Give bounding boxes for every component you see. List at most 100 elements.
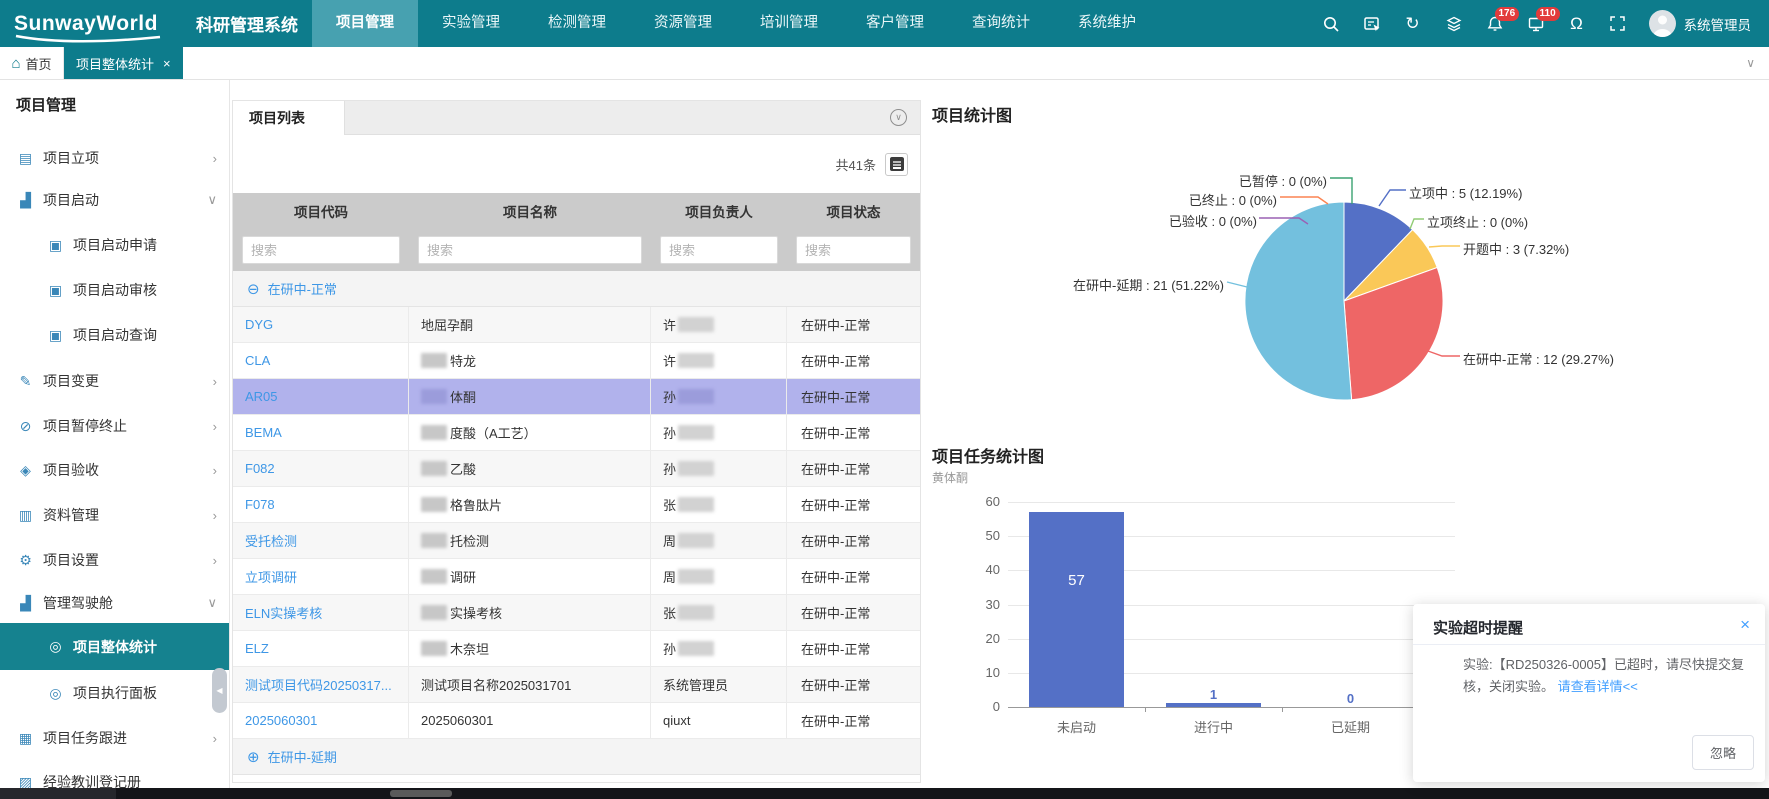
redacted-block — [678, 461, 714, 476]
sidebar-collapse-handle[interactable]: ◀ — [212, 668, 227, 713]
table-row[interactable]: ELZ木奈坦孙在研中-正常 — [233, 631, 920, 667]
project-code-link[interactable]: AR05 — [245, 389, 278, 404]
project-code-link[interactable]: 2025060301 — [245, 713, 317, 728]
table-row[interactable]: F078格鲁肽片张在研中-正常 — [233, 487, 920, 523]
pie-label: 已验收 : 0 (0%) — [1169, 211, 1257, 230]
column-settings-icon[interactable] — [885, 153, 908, 176]
omega-icon[interactable]: Ω — [1567, 14, 1587, 34]
sidebar-item-12[interactable]: ◎项目执行面板 — [0, 675, 230, 711]
tab-active-label: 项目整体统计 — [76, 54, 154, 73]
redacted-block — [421, 569, 447, 584]
table-row[interactable]: BEMA度酸（A工艺）孙在研中-正常 — [233, 415, 920, 451]
refresh-icon[interactable]: ↻ — [1403, 14, 1423, 34]
notification-divider — [1413, 644, 1765, 645]
panel-collapse-icon[interactable]: ∨ — [890, 109, 907, 126]
project-code-link[interactable]: CLA — [245, 353, 270, 368]
notification-close-icon[interactable]: × — [1740, 615, 1750, 635]
sidebar-item-8[interactable]: ▥资料管理› — [0, 497, 230, 533]
search-input-3[interactable] — [796, 236, 911, 264]
topnav-item-5[interactable]: 客户管理 — [842, 0, 948, 47]
tab-list-caret-icon[interactable]: ∨ — [1746, 56, 1769, 70]
gear-icon: ⚙ — [17, 552, 34, 569]
form-entry-icon[interactable] — [1362, 14, 1382, 34]
topnav-item-1[interactable]: 实验管理 — [418, 0, 524, 47]
topnav-item-7[interactable]: 系统维护 — [1054, 0, 1160, 47]
redacted-block — [678, 389, 714, 404]
sidebar-item-9[interactable]: ⚙项目设置› — [0, 542, 230, 578]
project-status: 在研中-正常 — [801, 639, 870, 658]
sidebar-item-6[interactable]: ⊘项目暂停终止› — [0, 408, 230, 444]
bottom-taskbar — [0, 788, 1769, 799]
table-body: ⊖在研中-正常DYG地屈孕酮许在研中-正常CLA特龙许在研中-正常AR05体酮孙… — [233, 271, 920, 775]
topnav-item-0[interactable]: 项目管理 — [312, 0, 418, 47]
tab-close-icon[interactable]: × — [163, 56, 171, 71]
sidebar-item-14[interactable]: ▨经验教训登记册 — [0, 764, 230, 788]
tab-home[interactable]: ⌂ 首页 — [0, 47, 64, 79]
table-row[interactable]: 受托检测托检测周在研中-正常 — [233, 523, 920, 559]
project-status: 在研中-正常 — [801, 459, 870, 478]
group-row-0[interactable]: ⊖在研中-正常 — [233, 271, 920, 307]
layers-icon[interactable] — [1444, 14, 1464, 34]
project-owner: 许 — [663, 351, 676, 370]
project-code-link[interactable]: DYG — [245, 317, 273, 332]
table-row[interactable]: AR05体酮孙在研中-正常 — [233, 379, 920, 415]
notification-body: 实验:【RD250326-0005】已超时，请尽快提交复核，关闭实验。 请查看详… — [1463, 654, 1753, 698]
sidebar-item-7[interactable]: ◈项目验收› — [0, 452, 230, 488]
sidebar-item-11[interactable]: ◎项目整体统计 — [0, 623, 230, 670]
user-menu[interactable]: 系统管理员 — [1649, 10, 1752, 37]
redacted-block — [678, 317, 714, 332]
sidebar-item-13[interactable]: ▦项目任务跟进› — [0, 720, 230, 756]
topnav-item-3[interactable]: 资源管理 — [630, 0, 736, 47]
project-code-link[interactable]: ELZ — [245, 641, 269, 656]
search-icon[interactable] — [1321, 14, 1341, 34]
topnav-item-6[interactable]: 查询统计 — [948, 0, 1054, 47]
pie-leader-line — [1379, 190, 1406, 206]
project-code-link[interactable]: BEMA — [245, 425, 282, 440]
project-status: 在研中-正常 — [801, 387, 870, 406]
edit-icon: ✎ — [17, 373, 34, 390]
group-row-1[interactable]: ⊕在研中-延期 — [233, 739, 920, 775]
sidebar-item-0[interactable]: ▤项目立项› — [0, 140, 230, 176]
notification-detail-link[interactable]: 请查看详情<< — [1558, 679, 1638, 694]
table-row[interactable]: ELN实操考核实操考核张在研中-正常 — [233, 595, 920, 631]
table-row[interactable]: 20250603012025060301qiuxt在研中-正常 — [233, 703, 920, 739]
y-axis-tick: 20 — [970, 631, 1000, 646]
y-axis-tick: 30 — [970, 597, 1000, 612]
project-code-link[interactable]: ELN实操考核 — [245, 603, 322, 622]
project-status: 在研中-正常 — [801, 603, 870, 622]
table-row[interactable]: 测试项目代码20250317...测试项目名称2025031701系统管理员在研… — [233, 667, 920, 703]
table-row[interactable]: F082乙酸孙在研中-正常 — [233, 451, 920, 487]
pie-leader-line — [1330, 178, 1352, 204]
sidebar-item-10[interactable]: ▟管理驾驶舱∨ — [0, 585, 230, 621]
project-code-link[interactable]: 立项调研 — [245, 567, 297, 586]
project-code-link[interactable]: 测试项目代码20250317... — [245, 675, 392, 694]
table-row[interactable]: DYG地屈孕酮许在研中-正常 — [233, 307, 920, 343]
panel-title-tab[interactable]: 项目列表 — [233, 101, 345, 135]
sidebar-item-2[interactable]: ▣项目启动申请 — [0, 227, 230, 263]
sidebar-item-3[interactable]: ▣项目启动审核 — [0, 272, 230, 308]
notification-dismiss-button[interactable]: 忽略 — [1692, 735, 1754, 770]
search-input-2[interactable] — [660, 236, 778, 264]
bell-icon[interactable]: 176 — [1485, 14, 1505, 34]
search-input-0[interactable] — [242, 236, 400, 264]
fullscreen-icon[interactable] — [1608, 14, 1628, 34]
horizontal-scrollbar-thumb[interactable] — [390, 790, 452, 797]
tab-active[interactable]: 项目整体统计 × — [64, 47, 183, 79]
topnav-item-4[interactable]: 培训管理 — [736, 0, 842, 47]
pie-label: 已终止 : 0 (0%) — [1189, 190, 1277, 209]
project-code-link[interactable]: 受托检测 — [245, 531, 297, 550]
table-row[interactable]: 立项调研调研周在研中-正常 — [233, 559, 920, 595]
bar-value-label: 0 — [1331, 691, 1371, 706]
table-row[interactable]: CLA特龙许在研中-正常 — [233, 343, 920, 379]
sidebar-item-4[interactable]: ▣项目启动查询 — [0, 317, 230, 353]
project-code-link[interactable]: F082 — [245, 461, 275, 476]
project-code-link[interactable]: F078 — [245, 497, 275, 512]
bell-badge: 176 — [1495, 7, 1520, 21]
search-input-1[interactable] — [418, 236, 642, 264]
monitor-icon[interactable]: 110 — [1526, 14, 1546, 34]
topnav-item-2[interactable]: 检测管理 — [524, 0, 630, 47]
project-name: 度酸（A工艺） — [450, 423, 537, 442]
sidebar-item-5[interactable]: ✎项目变更› — [0, 363, 230, 399]
sidebar-item-label: 项目启动 — [43, 190, 99, 210]
sidebar-item-1[interactable]: ▟项目启动∨ — [0, 182, 230, 218]
